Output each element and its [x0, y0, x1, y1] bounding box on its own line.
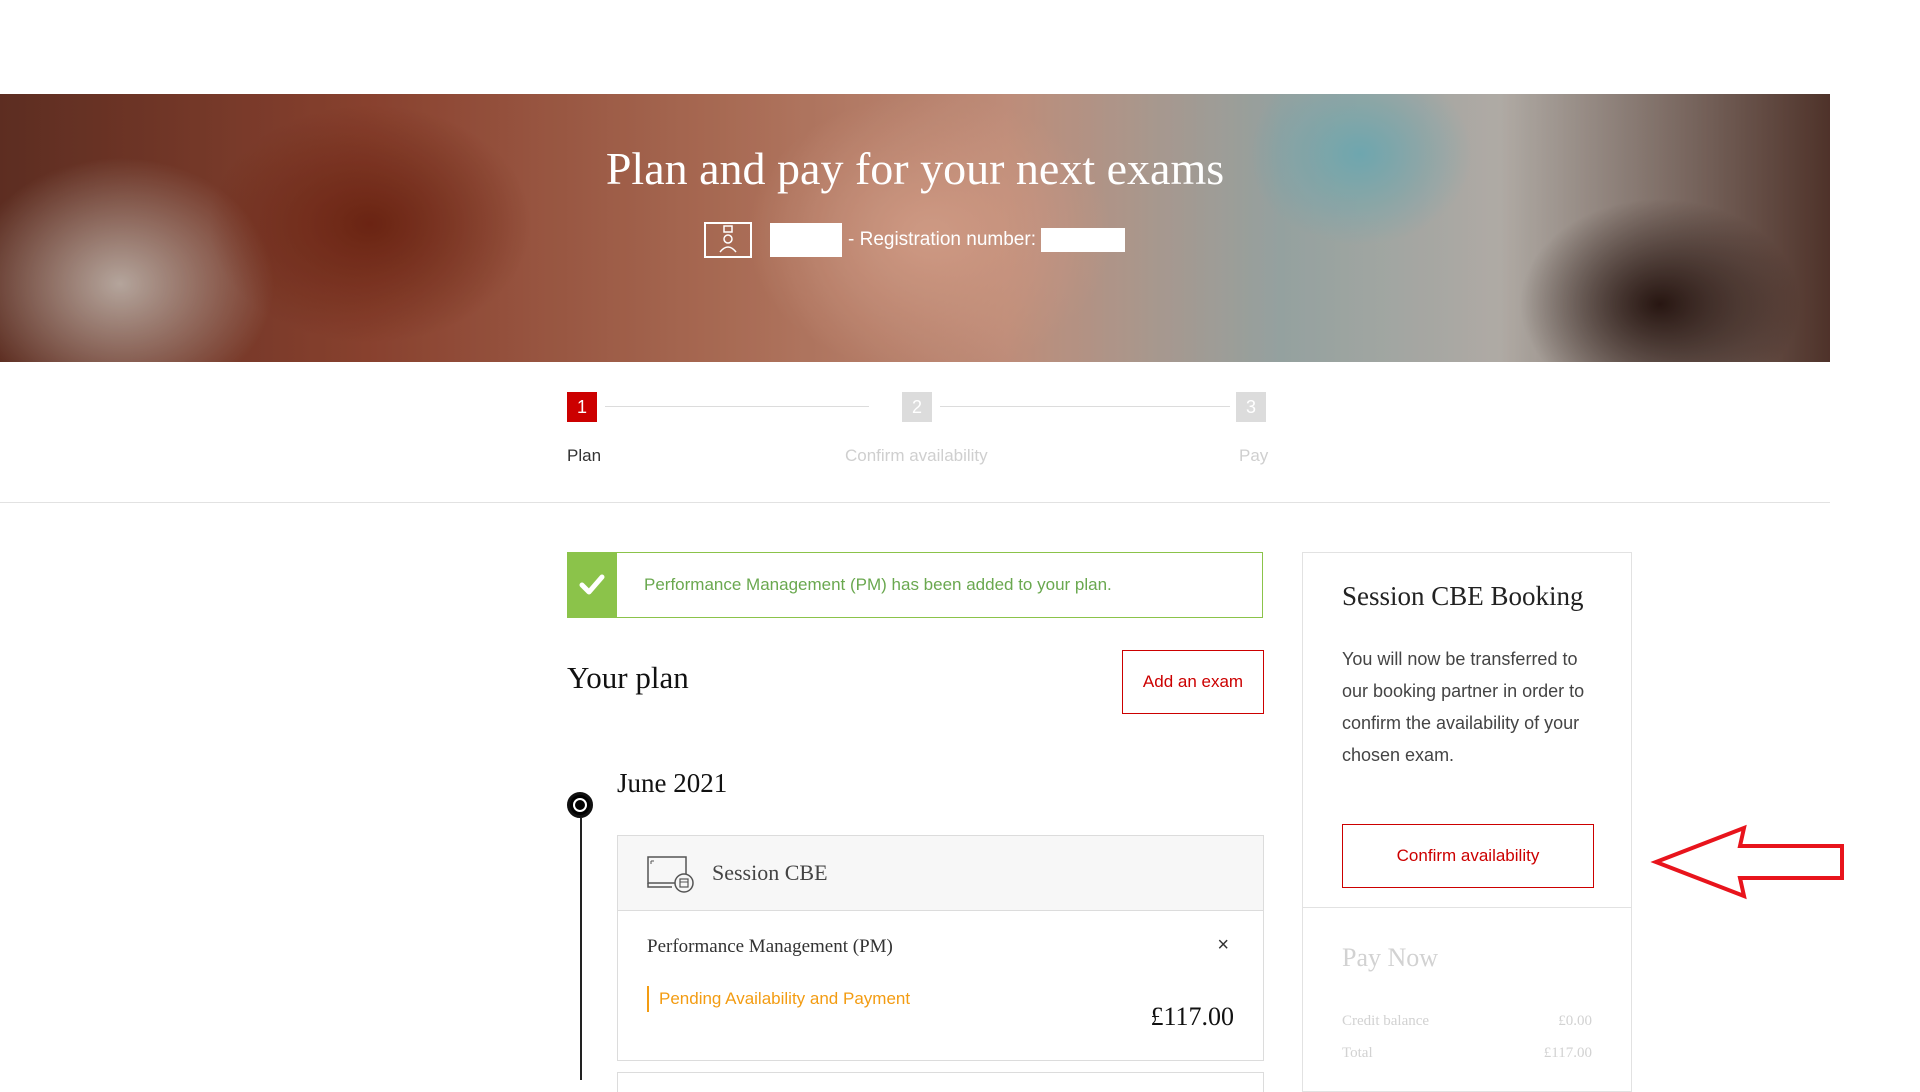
- pay-now-title: Pay Now: [1342, 943, 1439, 972]
- session-title: Session CBE: [712, 860, 828, 885]
- credit-balance-value: £0.00: [1558, 1013, 1592, 1029]
- step-connector: [940, 406, 1230, 407]
- credit-balance-label: Credit balance: [1342, 1013, 1430, 1029]
- step-connector: [605, 406, 869, 407]
- total-row: Total £117.00: [1342, 1045, 1592, 1062]
- annotation-arrow-icon: [1650, 824, 1844, 900]
- step-3-label: Pay: [1239, 446, 1269, 465]
- exam-price: £117.00: [1150, 1002, 1234, 1031]
- id-card-icon: [704, 222, 752, 258]
- step-1-label: Plan: [567, 446, 602, 465]
- registration-info: - Registration number:: [704, 220, 1125, 260]
- page-title: Plan and pay for your next exams: [605, 143, 1225, 194]
- step-3-number: 3: [1236, 392, 1266, 422]
- credit-balance-row: Credit balance £0.00: [1342, 1013, 1592, 1030]
- next-card-edge: [617, 1072, 1264, 1092]
- booking-panel-title: Session CBE Booking: [1342, 581, 1584, 611]
- computer-exam-icon: [646, 855, 694, 893]
- exam-name: Performance Management (PM): [647, 936, 893, 957]
- hero-banner: Plan and pay for your next exams - Regis…: [0, 94, 1830, 362]
- session-card: Session CBE Performance Management (PM) …: [617, 835, 1264, 1061]
- section-divider: [0, 502, 1830, 503]
- confirm-availability-button[interactable]: Confirm availability: [1342, 824, 1594, 888]
- session-header: Session CBE: [618, 836, 1263, 911]
- status-badge: Pending Availability and Payment: [647, 986, 910, 1012]
- booking-panel-text: You will now be transferred to our booki…: [1342, 649, 1585, 765]
- registration-label: - Registration number:: [848, 229, 1036, 250]
- progress-stepper: 1 2 3 Plan Confirm availability Pay: [567, 392, 1269, 472]
- checkmark-icon: [567, 552, 617, 618]
- panel-divider: [1303, 907, 1631, 908]
- step-1-number: 1: [567, 392, 597, 422]
- remove-exam-icon[interactable]: ×: [1217, 934, 1229, 957]
- plan-heading: Your plan: [567, 660, 689, 695]
- booking-panel: Session CBE Booking You will now be tran…: [1302, 552, 1632, 1092]
- add-exam-button[interactable]: Add an exam: [1122, 650, 1264, 714]
- timeline-line: [580, 818, 582, 1080]
- timeline-dot: [567, 792, 593, 818]
- notification-message: Performance Management (PM) has been add…: [644, 575, 1112, 594]
- step-2-number: 2: [902, 392, 932, 422]
- redacted-name: [770, 223, 842, 257]
- total-value: £117.00: [1543, 1045, 1592, 1061]
- redacted-registration-number: [1040, 228, 1125, 252]
- success-notification: Performance Management (PM) has been add…: [567, 552, 1263, 618]
- step-2-label: Confirm availability: [845, 446, 988, 465]
- total-label: Total: [1342, 1045, 1373, 1061]
- session-month: June 2021: [617, 768, 728, 798]
